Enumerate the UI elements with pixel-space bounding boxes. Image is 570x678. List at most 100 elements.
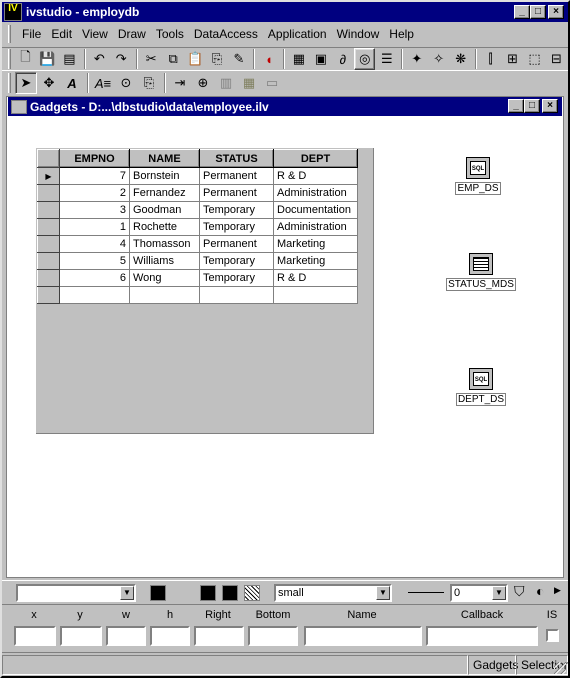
data-source-emp-ds[interactable]: SQL EMP_DS [446,157,510,195]
menu-edit[interactable]: Edit [46,27,77,41]
cell-status[interactable]: Permanent [199,235,274,253]
row-header[interactable] [37,218,60,236]
grid-icon[interactable]: ⊞ [502,48,523,70]
cell-dept[interactable]: Documentation [273,201,358,219]
menu-dataaccess[interactable]: DataAccess [189,27,263,41]
cell-empno[interactable]: 4 [59,235,130,253]
cell-status[interactable]: Temporary [199,269,274,287]
tab-order-icon[interactable]: ⇥ [169,72,191,94]
save-icon[interactable]: 💾 [37,48,58,70]
table-row[interactable]: 2 Fernandez Permanent Administration [37,184,358,202]
line-width-combo[interactable]: 0 ▼ [450,584,508,602]
menu-tools[interactable]: Tools [151,27,189,41]
cell-empno[interactable]: 6 [59,269,130,287]
cell-status[interactable]: Permanent [199,184,274,202]
table-row-new[interactable] [37,286,358,304]
cell-status[interactable]: Temporary [199,218,274,236]
test-mode-icon[interactable]: ◖ [258,48,279,70]
table-row[interactable]: 5 Williams Temporary Marketing [37,252,358,270]
column-header-dept[interactable]: DEPT [273,149,358,168]
name-field[interactable] [304,626,422,646]
table-layout-icon[interactable]: ▦ [238,72,260,94]
cell-empno[interactable] [59,286,130,304]
cell-name[interactable]: Rochette [129,218,200,236]
eraser-icon[interactable]: ✎ [229,48,250,70]
h-field[interactable] [150,626,190,646]
group-icon[interactable]: ▦ [288,48,309,70]
undo-icon[interactable]: ↶ [89,48,110,70]
child-minimize-button[interactable]: _ [508,99,524,113]
ruler-icon[interactable]: ▥ [215,72,237,94]
row-header[interactable] [37,235,60,253]
layers-icon[interactable]: ⊟ [546,48,567,70]
cell-empno[interactable]: 7 [59,167,130,185]
ungroup-icon[interactable]: ▣ [310,48,331,70]
table-row[interactable]: 3 Goodman Temporary Documentation [37,201,358,219]
redo-icon[interactable]: ↷ [111,48,132,70]
cell-dept[interactable]: Administration [273,218,358,236]
table-row[interactable]: 1 Rochette Temporary Administration [37,218,358,236]
size-combo[interactable]: small ▼ [274,584,392,602]
right-field[interactable] [194,626,244,646]
corner-header[interactable] [37,149,60,168]
background-color-swatch[interactable] [200,585,216,601]
scroll-right-icon[interactable]: ▶ [554,585,561,596]
arc-style-icon[interactable]: ◐ [536,583,544,599]
table-row[interactable]: ▶ 7 Bornstein Permanent R & D [37,167,358,185]
y-field[interactable] [60,626,102,646]
new-file-icon[interactable]: 🗋 [15,48,36,70]
cell-empno[interactable]: 1 [59,218,130,236]
cell-empno[interactable]: 3 [59,201,130,219]
callback-field[interactable] [426,626,538,646]
column-header-status[interactable]: STATUS [199,149,274,168]
cell-empno[interactable]: 2 [59,184,130,202]
row-header[interactable] [37,201,60,219]
cell-name[interactable]: Goodman [129,201,200,219]
line-style-sample[interactable] [408,592,444,593]
child-maximize-button[interactable]: □ [524,99,540,113]
data-source-dept-ds[interactable]: SQL DEPT_DS [450,368,512,406]
cell-status[interactable] [199,286,274,304]
fill-color-swatch[interactable] [222,585,238,601]
cell-dept[interactable] [273,286,358,304]
focus-tool-icon[interactable]: ⊙ [115,72,137,94]
cell-status[interactable]: Temporary [199,201,274,219]
cell-dept[interactable]: Marketing [273,252,358,270]
column-header-empno[interactable]: EMPNO [59,149,130,168]
cell-dept[interactable]: Marketing [273,235,358,253]
cell-empno[interactable]: 5 [59,252,130,270]
menu-window[interactable]: Window [332,27,385,41]
text-tool-icon[interactable]: A [61,72,83,94]
anchor-icon[interactable]: ⊕ [192,72,214,94]
child-title-bar[interactable]: Gadgets - D:...\dbstudio\data\employee.i… [8,97,562,116]
cell-dept[interactable]: R & D [273,269,358,287]
menu-view[interactable]: View [77,27,113,41]
duplicate-icon[interactable]: ⎘ [207,48,228,70]
select-arrow-icon[interactable]: ➤ [15,72,37,94]
x-field[interactable] [14,626,56,646]
paste-icon[interactable]: 📋 [185,48,206,70]
arrow-style-icon[interactable]: ⛉ [514,583,525,600]
chevron-down-icon[interactable]: ▼ [492,586,506,600]
data-source-status-mds[interactable]: STATUS_MDS [440,253,522,291]
pattern-swatch[interactable] [244,585,260,601]
resize-grip-icon[interactable] [554,662,566,674]
cell-status[interactable]: Temporary [199,252,274,270]
attach-tool-icon[interactable]: ⎘ [138,72,160,94]
combo-tool-icon[interactable]: ▭ [261,72,283,94]
chevron-down-icon[interactable]: ▼ [376,586,390,600]
row-header[interactable] [37,286,60,304]
cell-status[interactable]: Permanent [199,167,274,185]
menu-help[interactable]: Help [384,27,419,41]
close-button[interactable]: × [548,5,564,19]
move-point-icon[interactable]: ✥ [38,72,60,94]
link-icon[interactable]: ∂ [332,48,353,70]
cell-name[interactable]: Fernandez [129,184,200,202]
current-row-marker-icon[interactable]: ▶ [37,167,60,185]
child-close-button[interactable]: × [542,99,558,113]
cell-dept[interactable]: R & D [273,167,358,185]
text-field-tool-icon[interactable]: A≡ [92,72,114,94]
bottom-field[interactable] [248,626,298,646]
menu-application[interactable]: Application [263,27,332,41]
cell-name[interactable]: Wong [129,269,200,287]
